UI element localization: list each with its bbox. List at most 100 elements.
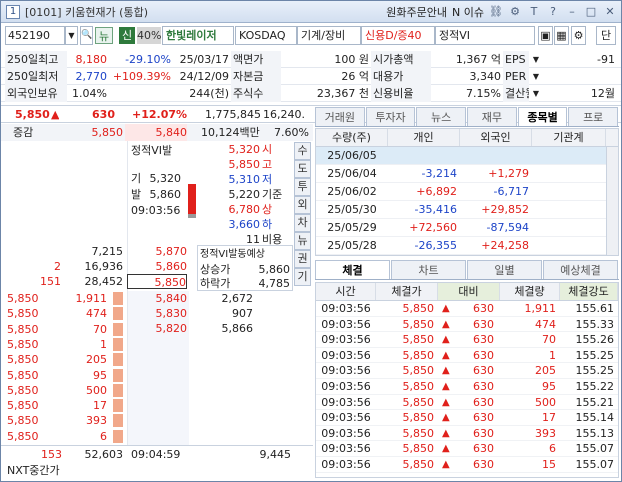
investor-cell: +29,852 [481, 203, 529, 216]
tick-strength: 155.25 [575, 364, 615, 378]
single-button[interactable]: 단 [596, 26, 616, 45]
minimize-icon[interactable]: – [565, 5, 579, 19]
close-icon[interactable]: ✕ [603, 5, 617, 19]
tick-change-value: 630 [473, 442, 494, 456]
tick-tab-1[interactable]: 차트 [391, 260, 466, 279]
vi-bar [188, 184, 196, 214]
bid-price[interactable]: 5,840 [127, 291, 188, 306]
side-tab[interactable]: 차 [294, 214, 311, 232]
trade-bar [113, 322, 123, 336]
settings-icon[interactable]: ⚙ [571, 26, 586, 45]
text-icon[interactable]: T [527, 5, 541, 19]
gear-icon[interactable]: ⚙ [508, 5, 522, 19]
ask-change: 151 [40, 275, 61, 288]
current-price: 5,850 [15, 108, 50, 121]
tick-price: 5,850 [402, 379, 435, 393]
bid-price[interactable]: 5,830 [127, 306, 188, 321]
info-value: 23,367 천 [316, 87, 369, 100]
side-tab[interactable]: 투 [294, 178, 311, 196]
tick-price: 5,850 [402, 348, 435, 362]
investor-scrollbar[interactable] [606, 147, 618, 255]
trade-qty: 1,911 [75, 292, 108, 305]
info-value: 100 원 [334, 53, 369, 66]
grid-icon[interactable]: ▦ [554, 26, 569, 45]
tick-rows: 09:03:56 5,850 ▲ 630 1,911 155.61 09:03:56 5,85… [316, 301, 618, 473]
tick-row: 09:03:56 5,850 ▲ 630 1,911 155.61 [316, 301, 618, 317]
info-value: 7.15% [466, 87, 501, 100]
maximize-icon[interactable]: □ [584, 5, 598, 19]
tick-price: 5,850 [402, 457, 435, 471]
tick-time: 09:03:56 [321, 364, 371, 378]
tab-2[interactable]: 뉴스 [416, 107, 467, 126]
new-button[interactable]: 뉴 [95, 27, 113, 44]
trade-qty: 393 [86, 414, 107, 428]
side-tab[interactable]: 도 [294, 160, 311, 178]
amount-pct: 7.60% [274, 126, 309, 139]
side-tab[interactable]: 수 [294, 142, 311, 160]
issue-link[interactable]: N 이슈 [452, 4, 484, 20]
tick-tab-0[interactable]: 체결 [315, 260, 390, 279]
investor-cell: -26,355 [414, 239, 457, 252]
investor-row[interactable]: 25/06/04 -3,214 +1,279 [316, 165, 618, 183]
tab-5[interactable]: 프로 [568, 107, 619, 126]
vi-bar-base [188, 214, 196, 218]
tick-tab-3[interactable]: 예상체결 [543, 260, 618, 279]
investor-header-cell[interactable]: 수량(주) [316, 129, 388, 146]
ohlc-panel: 5,320 시 5,850 고 5,310 저 5,220 기준 6,780 상 3,660 하 11 비… [196, 142, 294, 262]
tab-4[interactable]: 종목별 [517, 107, 568, 126]
margin-badge: 40% [137, 27, 161, 44]
info-label: EPS [503, 51, 529, 68]
footer-left: 153 [41, 448, 62, 461]
side-tab[interactable]: 기 [294, 268, 311, 286]
title-actions: 원화주문안내 N 이슈 ⛓ ⚙ T ? – □ ✕ [386, 4, 617, 20]
up-arrow-icon: ▲ [442, 412, 450, 424]
dropdown-icon[interactable]: ▼ [530, 85, 542, 102]
footer-time: 09:04:59 [131, 448, 181, 461]
investor-header-cell: 개인 [388, 129, 460, 146]
layout-icon[interactable]: ▣ [538, 26, 553, 45]
trade-bar [113, 429, 123, 443]
vi-status: 정적VI [435, 26, 535, 45]
dropdown-icon[interactable]: ▼ [530, 68, 542, 85]
help-icon[interactable]: ? [546, 5, 560, 19]
tick-qty: 6 [549, 442, 556, 456]
side-tab[interactable]: 권 [294, 250, 311, 268]
search-icon[interactable]: 🔍 [80, 26, 93, 45]
investor-cell [532, 183, 606, 200]
trade-qty: 500 [86, 383, 107, 397]
tick-row: 09:03:56 5,850 ▲ 630 205 155.25 [316, 363, 618, 379]
investor-cell [532, 147, 606, 164]
investor-cell: 25/05/30 [327, 203, 377, 216]
investor-row[interactable]: 25/06/05 [316, 147, 618, 165]
tab-1[interactable]: 투자자 [365, 107, 416, 126]
investor-row[interactable]: 25/05/29 +72,560 -87,594 [316, 219, 618, 237]
info-value: 1,367 억 [455, 53, 501, 66]
code-dropdown-icon[interactable]: ▼ [65, 26, 78, 45]
nxt-label: NXT중간가 [7, 464, 60, 477]
order-guide-link[interactable]: 원화주문안내 [386, 4, 447, 20]
tick-price: 5,850 [402, 302, 435, 315]
credit-button[interactable]: 신 [119, 27, 135, 44]
link-icon[interactable]: ⛓ [489, 5, 503, 19]
side-tab[interactable]: 뉴 [294, 232, 311, 250]
bid-price[interactable]: 5,820 [127, 321, 188, 336]
tab-0[interactable]: 거래원 [315, 107, 365, 126]
stock-name[interactable]: 한빛레이저 [162, 26, 234, 45]
investor-row[interactable]: 25/06/02 +6,892 -6,717 [316, 183, 618, 201]
ask-price[interactable]: 5,850 [127, 274, 187, 289]
tick-change-value: 630 [473, 317, 494, 331]
dropdown-icon[interactable]: ▼ [530, 51, 542, 68]
tab-3[interactable]: 재무 [467, 107, 517, 126]
vi-trigger: 5,860 [149, 188, 182, 201]
investor-row[interactable]: 25/05/28 -26,355 +24,258 [316, 237, 618, 255]
info-label: 결산월 [503, 85, 529, 102]
ask-price[interactable]: 5,860 [127, 259, 188, 274]
tick-price: 5,850 [402, 426, 435, 440]
stock-code-input[interactable]: 452190 [5, 26, 65, 45]
side-tab[interactable]: 외 [294, 196, 311, 214]
ask-price[interactable]: 5,870 [127, 244, 188, 259]
tick-tab-2[interactable]: 일별 [467, 260, 542, 279]
investor-row[interactable]: 25/05/30 -35,416 +29,852 [316, 201, 618, 219]
tick-change-value: 630 [473, 379, 494, 393]
vi-down-label: 하락가 [200, 277, 231, 290]
